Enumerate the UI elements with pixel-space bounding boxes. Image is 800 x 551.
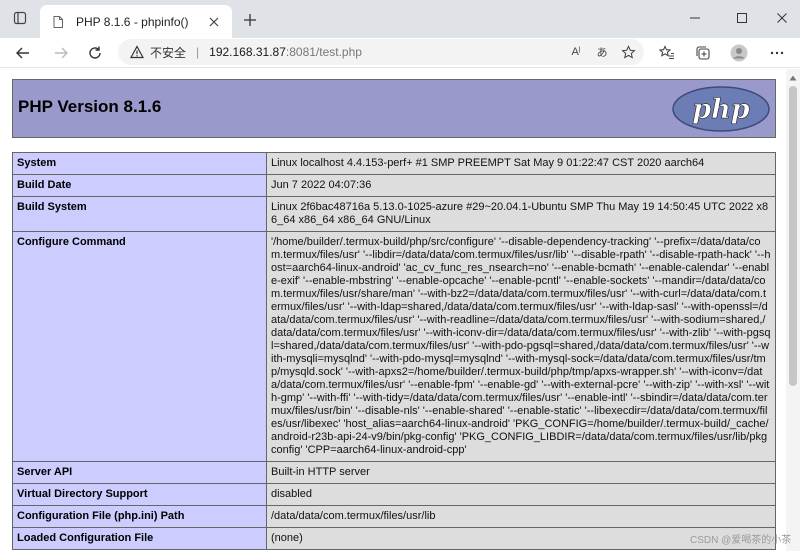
refresh-button[interactable] xyxy=(84,42,106,64)
tab-actions-menu-button[interactable] xyxy=(8,8,32,28)
avatar-icon xyxy=(730,44,748,62)
info-key: Configuration File (php.ini) Path xyxy=(12,505,267,528)
tab-active[interactable]: PHP 8.1.6 - phpinfo() xyxy=(40,5,232,38)
address-separator: | xyxy=(196,45,200,59)
php-version-header: PHP Version 8.1.6 php xyxy=(12,79,776,138)
php-logo-text: php xyxy=(692,94,750,125)
refresh-icon xyxy=(89,46,101,59)
minimize-icon xyxy=(690,17,700,19)
arrow-right-icon xyxy=(55,47,68,59)
url-host: 192.168.31.87 xyxy=(209,45,286,59)
forward-button[interactable] xyxy=(50,42,72,64)
more-horizontal-icon xyxy=(770,51,784,55)
translate-button[interactable]: あ xyxy=(592,42,612,62)
arrow-left-icon xyxy=(16,47,29,59)
info-value: Built-in HTTP server xyxy=(266,461,776,484)
info-value: '/home/builder/.termux-build/php/src/con… xyxy=(266,231,776,462)
plus-icon xyxy=(244,14,256,26)
info-value: disabled xyxy=(266,483,776,506)
window-close-button[interactable] xyxy=(770,8,794,28)
maximize-button[interactable] xyxy=(730,8,754,28)
php-logo: php xyxy=(672,86,770,132)
new-tab-button[interactable] xyxy=(240,10,260,30)
back-button[interactable] xyxy=(12,42,34,64)
settings-menu-button[interactable] xyxy=(766,42,788,64)
info-value: Linux localhost 4.4.153-perf+ #1 SMP PRE… xyxy=(266,152,776,175)
address-bar-actions: Aˡ あ xyxy=(566,42,638,62)
page-title: PHP Version 8.1.6 xyxy=(18,97,162,116)
security-status-label[interactable]: 不安全 xyxy=(150,44,186,61)
scroll-up-button[interactable] xyxy=(786,72,800,84)
minimize-button[interactable] xyxy=(683,8,707,28)
php-info-table: System Linux localhost 4.4.153-perf+ #1 S… xyxy=(12,152,776,550)
table-row: Server API Built-in HTTP server xyxy=(12,461,776,484)
tab-actions-icon xyxy=(13,11,27,25)
triangle-up-icon xyxy=(789,75,797,81)
page-favicon-icon xyxy=(50,14,66,30)
table-row: Build Date Jun 7 2022 04:07:36 xyxy=(12,174,776,197)
table-row: Build System Linux 2f6bac48716a 5.13.0-10… xyxy=(12,196,776,232)
tab-strip: PHP 8.1.6 - phpinfo() xyxy=(0,0,800,38)
info-value: /data/data/com.termux/files/usr/lib xyxy=(266,505,776,528)
close-icon xyxy=(209,17,219,26)
scrollbar-thumb[interactable] xyxy=(789,86,797,386)
profile-button[interactable] xyxy=(728,42,750,64)
watermark: CSDN @爱喝茶的小茶 xyxy=(690,535,792,546)
star-plus-icon xyxy=(620,44,636,59)
info-key: Build Date xyxy=(12,174,267,197)
add-favorite-button[interactable] xyxy=(618,42,638,62)
table-row: Virtual Directory Support disabled xyxy=(12,483,776,506)
read-aloud-button[interactable]: Aˡ xyxy=(566,42,586,62)
info-value: Linux 2f6bac48716a 5.13.0-1025-azure #29… xyxy=(266,196,776,232)
info-key: Server API xyxy=(12,461,267,484)
info-key: Loaded Configuration File xyxy=(12,527,267,550)
favorites-list-icon xyxy=(659,45,674,60)
table-row: Configuration File (php.ini) Path/data/d… xyxy=(12,505,776,528)
close-icon xyxy=(777,13,787,23)
url-path: :8081/test.php xyxy=(285,45,362,59)
collections-button[interactable] xyxy=(692,42,714,64)
table-row: System Linux localhost 4.4.153-perf+ #1 S… xyxy=(12,152,776,175)
info-key: System xyxy=(12,152,267,175)
warning-icon[interactable] xyxy=(130,45,144,59)
address-bar[interactable]: 不安全 | 192.168.31.87 :8081/test.php Aˡ あ xyxy=(118,39,644,65)
info-key: Virtual Directory Support xyxy=(12,483,267,506)
collections-icon xyxy=(696,46,710,60)
info-value: Jun 7 2022 04:07:36 xyxy=(266,174,776,197)
table-row: Configure Command '/home/builder/.termux-… xyxy=(12,231,776,462)
table-row: Loaded Configuration File (none) xyxy=(12,527,776,550)
info-key: Build System xyxy=(12,196,267,232)
browser-toolbar: 不安全 | 192.168.31.87 :8081/test.php Aˡ あ xyxy=(0,38,800,68)
favorites-button[interactable] xyxy=(656,42,678,64)
page-content: PHP Version 8.1.6 php System Linux localh… xyxy=(0,69,786,551)
info-key: Configure Command xyxy=(12,231,267,462)
tab-close-button[interactable] xyxy=(206,14,222,30)
tab-title: PHP 8.1.6 - phpinfo() xyxy=(76,14,189,29)
maximize-icon xyxy=(737,13,747,23)
